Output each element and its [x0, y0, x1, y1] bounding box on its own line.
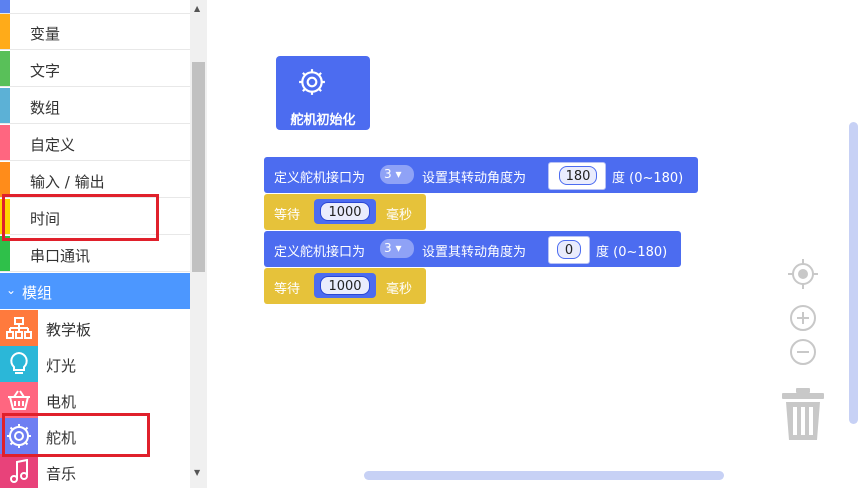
module-group-label: 模组 — [22, 284, 53, 302]
zoom-in-icon[interactable] — [789, 304, 817, 336]
block-text: 毫秒 — [386, 282, 413, 297]
scroll-up-arrow-icon[interactable]: ▲ — [194, 4, 200, 13]
module-light[interactable]: 灯光 — [0, 346, 190, 382]
category-stripe — [0, 236, 10, 271]
module-group-header[interactable]: ⌄ 模组 — [0, 273, 190, 309]
workspace-horizontal-scrollbar[interactable] — [364, 471, 724, 480]
wait-input[interactable]: 1000 — [320, 276, 370, 295]
category-label: 数组 — [30, 99, 61, 117]
scroll-down-arrow-icon[interactable]: ▼ — [194, 468, 200, 477]
wait-input[interactable]: 1000 — [320, 202, 370, 221]
angle-input[interactable]: 180 — [559, 166, 597, 185]
category-variables[interactable]: 变量 — [0, 14, 190, 50]
port-value: 3 — [384, 241, 392, 255]
wait-value-slot: 1000 — [314, 199, 376, 224]
chevron-down-icon: ⌄ — [6, 283, 17, 297]
block-text: 设置其转动角度为 — [422, 171, 527, 186]
port-dropdown[interactable]: 3 ▾ — [380, 165, 414, 184]
category-custom[interactable]: 自定义 — [0, 125, 190, 161]
highlight-box-servo — [2, 413, 150, 457]
category-input-output[interactable]: 输入 / 输出 — [0, 162, 190, 198]
servo-init-block[interactable]: 舵机初始化 — [276, 56, 370, 130]
block-text: 等待 — [274, 208, 301, 223]
category-text[interactable]: 文字 — [0, 51, 190, 87]
category-label: 串口通讯 — [30, 247, 91, 265]
module-label: 灯光 — [46, 357, 77, 375]
block-text: 度 (0~180) — [612, 171, 684, 186]
angle-input[interactable]: 0 — [557, 240, 581, 259]
category-stripe — [0, 0, 10, 13]
block-text: 度 (0~180) — [596, 245, 668, 260]
zoom-out-icon[interactable] — [789, 338, 817, 370]
category-stripe — [0, 88, 10, 123]
servo-angle-block[interactable]: 定义舵机接口为 3 ▾ 设置其转动角度为 180 度 (0~180) — [264, 157, 698, 193]
music-icon — [0, 454, 38, 488]
category-serial[interactable]: 串口通讯 — [0, 236, 190, 272]
wait-value-slot: 1000 — [314, 273, 376, 298]
servo-angle-block[interactable]: 定义舵机接口为 3 ▾ 设置其转动角度为 0 度 (0~180) — [264, 231, 681, 267]
angle-slot: 0 — [548, 236, 590, 264]
angle-slot: 180 — [548, 162, 606, 190]
block-text: 定义舵机接口为 — [274, 245, 366, 260]
module-label: 教学板 — [46, 321, 92, 339]
category-stripe — [0, 14, 10, 49]
port-dropdown[interactable]: 3 ▾ — [380, 239, 414, 258]
module-music[interactable]: 音乐 — [0, 454, 190, 488]
bulb-icon — [0, 346, 38, 382]
block-text: 设置其转动角度为 — [422, 245, 527, 260]
category-label: 文字 — [30, 62, 61, 80]
block-text: 毫秒 — [386, 208, 413, 223]
category-label: 自定义 — [30, 136, 76, 154]
sidebar-scrollbar[interactable]: ▲ ▼ — [190, 0, 207, 488]
wait-block[interactable]: 等待 1000 毫秒 — [264, 194, 426, 230]
block-text: 定义舵机接口为 — [274, 171, 366, 186]
gear-icon — [298, 68, 326, 100]
wait-block[interactable]: 等待 1000 毫秒 — [264, 268, 426, 304]
category-array[interactable]: 数组 — [0, 88, 190, 124]
category-label: 输入 / 输出 — [30, 173, 105, 191]
port-value: 3 — [384, 167, 392, 181]
category-partial-top[interactable] — [0, 0, 190, 14]
servo-init-label: 舵机初始化 — [290, 113, 356, 128]
category-stripe — [0, 162, 10, 197]
recenter-icon[interactable] — [787, 258, 819, 294]
module-teaching-board[interactable]: 教学板 — [0, 310, 190, 346]
module-label: 电机 — [46, 393, 77, 411]
category-stripe — [0, 125, 10, 160]
workspace-vertical-scrollbar[interactable] — [849, 122, 858, 424]
module-label: 音乐 — [46, 465, 77, 483]
block-text: 等待 — [274, 282, 301, 297]
trash-icon[interactable] — [780, 388, 826, 446]
category-label: 变量 — [30, 25, 61, 43]
board-icon — [0, 310, 38, 346]
highlight-box-time — [2, 194, 159, 241]
sidebar-scroll-thumb[interactable] — [192, 62, 205, 272]
category-stripe — [0, 51, 10, 86]
